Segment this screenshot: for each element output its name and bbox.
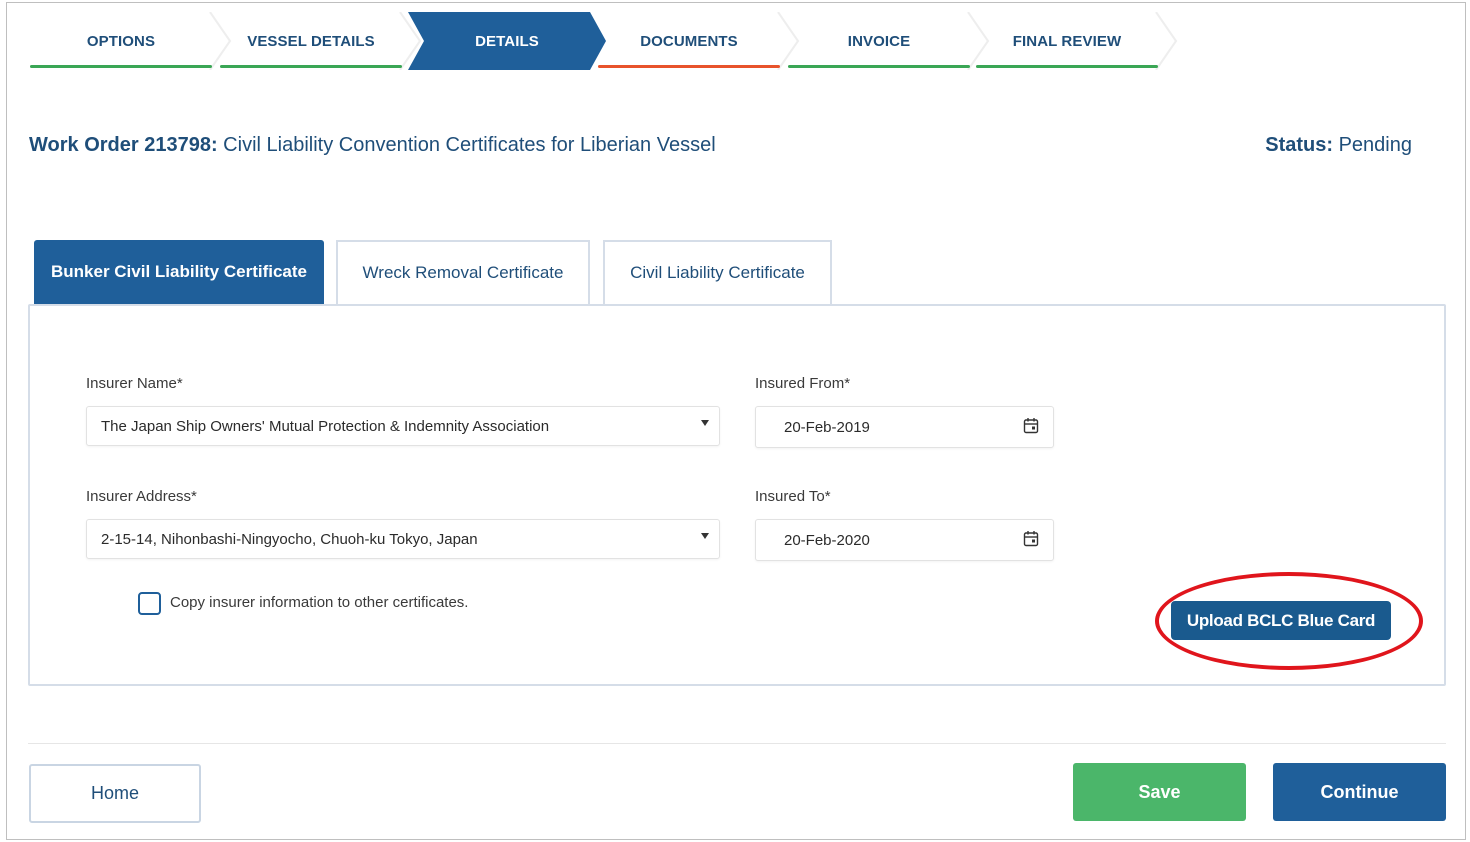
step-label: DETAILS [475, 32, 539, 50]
step-label: DOCUMENTS [640, 32, 738, 50]
status-indicator: Status: Pending [1265, 134, 1412, 157]
status-label: Status: [1265, 134, 1334, 156]
step-label: VESSEL DETAILS [247, 32, 375, 50]
step-status-bar [976, 65, 1158, 68]
home-button[interactable]: Home [29, 764, 201, 823]
tab-label: Wreck Removal Certificate [362, 263, 564, 282]
insurer-name-value: The Japan Ship Owners' Mutual Protection… [101, 417, 550, 435]
work-order-title: Work Order 213798: Civil Liability Conve… [29, 134, 716, 157]
step-options[interactable]: OPTIONS [30, 12, 232, 70]
chevron-divider-icon [1155, 12, 1178, 70]
save-button[interactable]: Save [1073, 763, 1246, 821]
insured-from-value: 20-Feb-2019 [784, 418, 870, 436]
copy-insurer-checkbox[interactable] [138, 592, 161, 615]
insured-to-date-input[interactable]: 20-Feb-2020 [755, 519, 1054, 561]
tab-wreck-removal[interactable]: Wreck Removal Certificate [336, 240, 590, 304]
insurer-name-label: Insurer Name* [86, 375, 183, 392]
step-label: INVOICE [847, 32, 911, 50]
continue-button[interactable]: Continue [1273, 763, 1446, 821]
upload-bclc-blue-card-button[interactable]: Upload BCLC Blue Card [1171, 601, 1391, 640]
step-status-bar [788, 65, 970, 68]
insurer-address-value: 2-15-14, Nihonbashi-Ningyocho, Chuoh-ku … [101, 530, 478, 548]
step-vessel-details[interactable]: VESSEL DETAILS [220, 12, 422, 70]
tab-label: Bunker Civil Liability Certificate [50, 262, 307, 281]
step-status-bar [30, 65, 212, 68]
tab-bunker-civil-liability[interactable]: Bunker Civil Liability Certificate [34, 240, 324, 304]
footer-divider [28, 743, 1446, 744]
step-documents[interactable]: DOCUMENTS [598, 12, 800, 70]
calendar-icon[interactable] [1023, 417, 1039, 434]
insured-from-label: Insured From* [755, 375, 851, 392]
step-invoice[interactable]: INVOICE [788, 12, 990, 70]
copy-insurer-checkbox-label[interactable]: Copy insurer information to other certif… [170, 594, 468, 611]
dropdown-arrow-icon [701, 420, 709, 426]
tab-civil-liability[interactable]: Civil Liability Certificate [603, 240, 832, 304]
insurer-address-label: Insurer Address* [86, 488, 197, 505]
step-details[interactable]: DETAILS [408, 12, 606, 70]
insured-to-value: 20-Feb-2020 [784, 531, 870, 549]
tab-label: Civil Liability Certificate [630, 263, 805, 282]
insurer-address-select[interactable]: 2-15-14, Nihonbashi-Ningyocho, Chuoh-ku … [86, 519, 720, 559]
calendar-icon[interactable] [1023, 530, 1039, 547]
step-label: OPTIONS [86, 32, 156, 50]
status-value: Pending [1333, 134, 1412, 156]
dropdown-arrow-icon [701, 533, 709, 539]
work-order-description: Civil Liability Convention Certificates … [217, 134, 716, 156]
insured-to-label: Insured To* [755, 488, 831, 505]
step-status-bar [220, 65, 402, 68]
step-label: FINAL REVIEW [1012, 32, 1122, 50]
insurer-name-select[interactable]: The Japan Ship Owners' Mutual Protection… [86, 406, 720, 446]
step-status-bar [598, 65, 780, 68]
step-final-review[interactable]: FINAL REVIEW [976, 12, 1178, 70]
work-order-number: Work Order 213798: [29, 134, 218, 156]
insured-from-date-input[interactable]: 20-Feb-2019 [755, 406, 1054, 448]
